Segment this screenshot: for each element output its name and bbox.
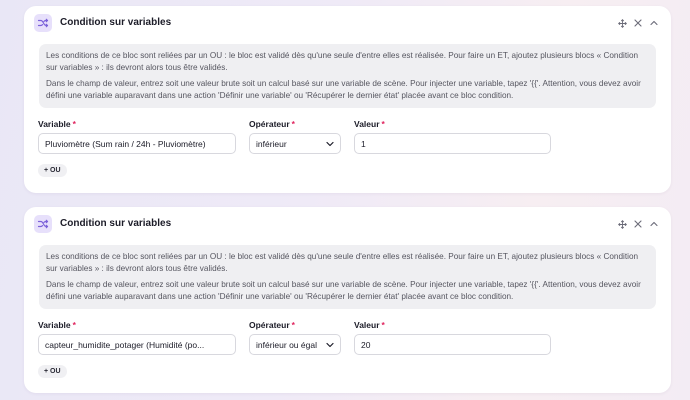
required-mark: * bbox=[381, 320, 385, 330]
info-text-or-logic: Les conditions de ce bloc sont reliées p… bbox=[46, 252, 639, 274]
required-mark: * bbox=[381, 119, 385, 129]
variable-select-value: Pluviomètre (Sum rain / 24h - Pluviomètr… bbox=[45, 138, 206, 149]
required-mark: * bbox=[291, 119, 295, 129]
value-label: Valeur * bbox=[354, 119, 385, 129]
close-icon[interactable] bbox=[631, 16, 645, 30]
variable-select[interactable]: Pluviomètre (Sum rain / 24h - Pluviomètr… bbox=[38, 133, 236, 154]
condition-block-2: Condition sur variables Les conditions d… bbox=[24, 207, 671, 393]
value-input-text: 1 bbox=[361, 138, 366, 149]
info-text-value-field: Dans le champ de valeur, entrez soit une… bbox=[46, 280, 641, 302]
chevron-down-icon bbox=[326, 139, 334, 149]
value-label: Valeur * bbox=[354, 320, 385, 330]
add-or-button[interactable]: + OU bbox=[38, 164, 67, 177]
operator-select-value: inférieur ou égal bbox=[256, 339, 317, 350]
operator-select[interactable]: inférieur ou égal bbox=[249, 334, 341, 355]
shuffle-icon bbox=[34, 14, 52, 32]
condition-block-1: Condition sur variables Les conditions d… bbox=[24, 6, 671, 193]
value-input[interactable]: 1 bbox=[354, 133, 551, 154]
block-title: Condition sur variables bbox=[60, 218, 172, 229]
operator-label: Opérateur * bbox=[249, 320, 295, 330]
close-icon[interactable] bbox=[631, 217, 645, 231]
value-input[interactable]: 20 bbox=[354, 334, 551, 355]
required-mark: * bbox=[72, 119, 76, 129]
variable-select[interactable]: capteur_humidite_potager (Humidité (po..… bbox=[38, 334, 236, 355]
chevron-up-icon[interactable] bbox=[647, 217, 661, 231]
variable-label: Variable * bbox=[38, 119, 76, 129]
move-icon[interactable] bbox=[615, 217, 629, 231]
required-mark: * bbox=[291, 320, 295, 330]
shuffle-icon bbox=[34, 215, 52, 233]
value-input-text: 20 bbox=[361, 339, 371, 350]
operator-label: Opérateur * bbox=[249, 119, 295, 129]
variable-select-value: capteur_humidite_potager (Humidité (po..… bbox=[45, 339, 205, 350]
add-or-button[interactable]: + OU bbox=[38, 365, 67, 378]
variable-label: Variable * bbox=[38, 320, 76, 330]
info-text-or-logic: Les conditions de ce bloc sont reliées p… bbox=[46, 51, 639, 73]
operator-select[interactable]: inférieur bbox=[249, 133, 341, 154]
block-header: Condition sur variables bbox=[34, 215, 661, 235]
info-box: Les conditions de ce bloc sont reliées p… bbox=[39, 245, 656, 309]
operator-select-value: inférieur bbox=[256, 138, 287, 149]
info-box: Les conditions de ce bloc sont reliées p… bbox=[39, 44, 656, 108]
block-header: Condition sur variables bbox=[34, 14, 661, 34]
move-icon[interactable] bbox=[615, 16, 629, 30]
chevron-up-icon[interactable] bbox=[647, 16, 661, 30]
info-text-value-field: Dans le champ de valeur, entrez soit une… bbox=[46, 79, 641, 101]
chevron-down-icon bbox=[326, 340, 334, 350]
required-mark: * bbox=[72, 320, 76, 330]
block-title: Condition sur variables bbox=[60, 17, 172, 28]
